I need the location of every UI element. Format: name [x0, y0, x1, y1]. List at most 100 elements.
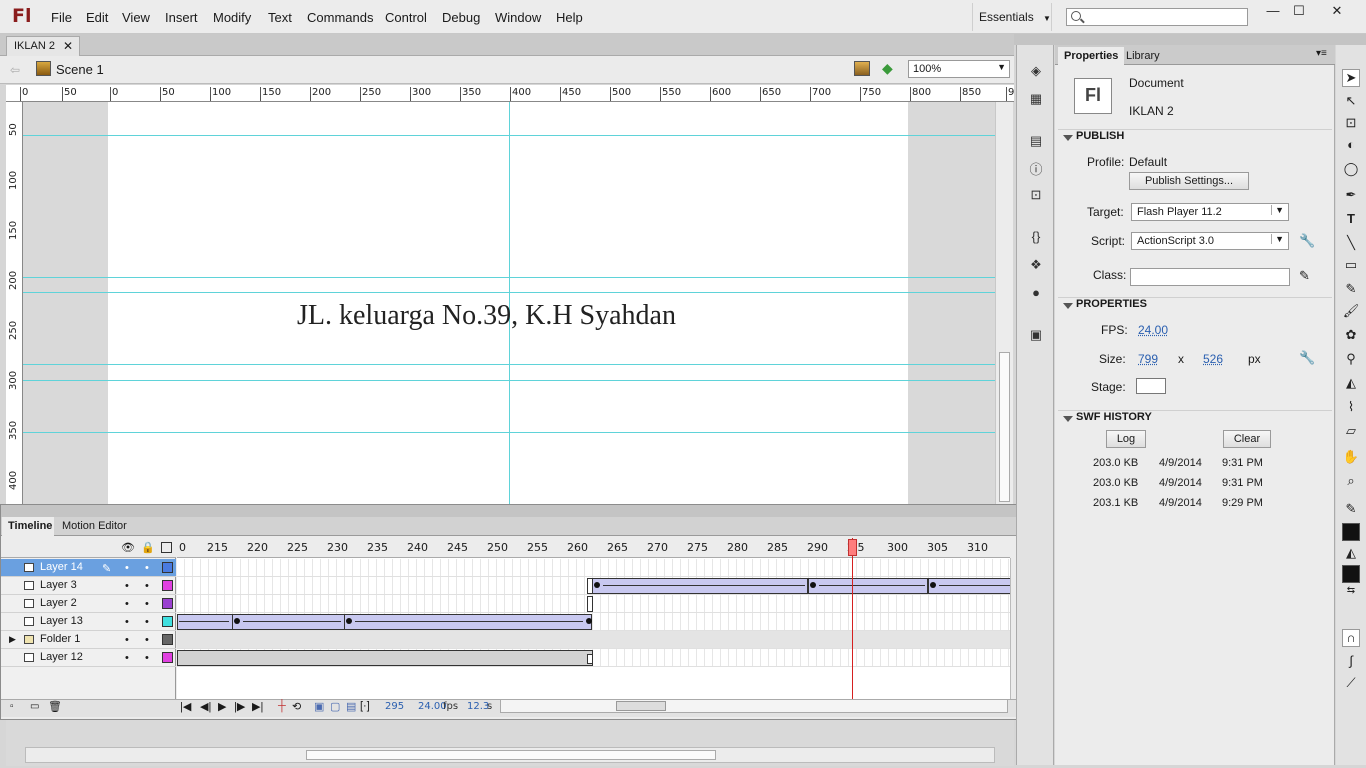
hand-tool-icon[interactable]: ✋ — [1342, 449, 1360, 467]
motion-tween[interactable] — [808, 578, 928, 594]
stage-horizontal-scrollbar[interactable] — [25, 747, 995, 763]
lock-dot[interactable]: • — [145, 652, 149, 664]
edit-symbols-icon[interactable]: ◆ — [882, 60, 893, 77]
motion-tween[interactable] — [177, 614, 233, 630]
scroll-thumb[interactable] — [999, 352, 1010, 502]
elapsed-time[interactable]: 12.3 — [467, 701, 489, 712]
snap-magnet-icon[interactable]: ∩ — [1342, 629, 1360, 647]
outline-icon[interactable] — [161, 542, 172, 553]
new-layer-icon[interactable]: ▫ — [10, 701, 14, 712]
zoom-select[interactable]: 100% ▼ — [908, 60, 1010, 78]
playhead-line[interactable] — [852, 538, 853, 699]
keyframe[interactable] — [930, 582, 936, 588]
playhead-handle[interactable] — [848, 539, 857, 556]
visibility-dot[interactable]: • — [125, 634, 129, 646]
publish-section-header[interactable]: PUBLISH — [1058, 129, 1332, 147]
scene-label[interactable]: Scene 1 — [56, 62, 104, 77]
code-snippets-icon[interactable]: {} — [1027, 229, 1045, 245]
frame-row[interactable] — [177, 613, 1010, 631]
edit-multiple-frames-icon[interactable]: ▤ — [346, 700, 356, 713]
scroll-thumb[interactable] — [616, 701, 666, 711]
clear-button[interactable]: Clear — [1223, 430, 1271, 448]
layer-name[interactable]: Layer 2 — [40, 597, 77, 609]
text-tool-icon[interactable]: T — [1342, 211, 1360, 229]
bone-tool-icon[interactable]: ⚲ — [1342, 351, 1360, 369]
edit-scene-icon[interactable] — [854, 61, 870, 76]
workspace-switcher[interactable]: Essentials ▼ — [972, 3, 1052, 31]
motion-tween[interactable] — [592, 578, 808, 594]
align-icon[interactable]: ▤ — [1027, 133, 1045, 149]
rectangle-tool-icon[interactable]: ▭ — [1342, 257, 1360, 275]
stage-color-swatch[interactable] — [1136, 378, 1166, 394]
menu-insert[interactable]: Insert — [165, 10, 198, 25]
brush-tool-icon[interactable]: 🖌 — [1342, 303, 1360, 321]
close-window-button[interactable]: ✕ — [1320, 3, 1354, 19]
static-frames[interactable] — [177, 650, 593, 666]
keyframe[interactable] — [586, 618, 592, 624]
layer-color-swatch[interactable] — [162, 616, 173, 627]
history-icon[interactable]: ▣ — [1027, 327, 1045, 343]
scroll-thumb[interactable] — [306, 750, 716, 760]
lock-dot[interactable]: • — [145, 598, 149, 610]
tab-timeline[interactable]: Timeline — [2, 517, 54, 536]
publish-settings-button[interactable]: Publish Settings... — [1129, 172, 1249, 190]
frame-grid[interactable] — [177, 538, 1010, 699]
grid-panel-icon[interactable]: ▦ — [1027, 91, 1045, 107]
step-forward-icon[interactable]: |▶ — [234, 700, 245, 713]
new-folder-icon[interactable]: ▭ — [30, 701, 39, 712]
layer-color-swatch[interactable] — [162, 562, 173, 573]
lock-dot[interactable]: • — [145, 634, 149, 646]
fps-value[interactable]: 24.00 — [1138, 323, 1168, 337]
modify-markers-icon[interactable]: [·] — [360, 700, 370, 712]
components-icon[interactable]: ❖ — [1027, 257, 1045, 273]
keyframe-empty[interactable] — [587, 596, 593, 612]
stroke-color-swatch[interactable] — [1342, 523, 1360, 541]
panel-collapse-bar[interactable] — [1014, 34, 1366, 45]
subselection-tool-icon[interactable]: ↖ — [1342, 93, 1360, 111]
deco-tool-icon[interactable]: ✿ — [1342, 327, 1360, 345]
stage-text-address[interactable]: JL. keluarga No.39, K.H Syahdan — [297, 300, 676, 332]
height-value[interactable]: 526 — [1203, 352, 1223, 366]
eye-icon[interactable]: 👁 — [121, 541, 135, 554]
layer-color-swatch[interactable] — [162, 652, 173, 663]
lock-dot[interactable]: • — [145, 580, 149, 592]
layer-name[interactable]: Layer 12 — [40, 651, 83, 663]
frame-row[interactable] — [177, 595, 1010, 613]
visibility-dot[interactable]: • — [125, 616, 129, 628]
play-icon[interactable]: ▶ — [218, 700, 226, 713]
keyframe[interactable] — [234, 618, 240, 624]
timeline-panel-header[interactable] — [1, 505, 1021, 517]
motion-tween[interactable] — [928, 578, 1010, 594]
lock-dot[interactable]: • — [145, 562, 149, 574]
expand-triangle-icon[interactable]: ▶ — [9, 634, 16, 645]
menu-modify[interactable]: Modify — [213, 10, 251, 25]
frame-row[interactable] — [177, 649, 1010, 667]
lasso-icon[interactable]: ◯ — [1342, 161, 1360, 179]
menu-file[interactable]: File — [51, 10, 72, 25]
wrench-icon[interactable]: 🔧 — [1299, 233, 1315, 249]
layer-row[interactable]: Layer 2 • • — [1, 595, 176, 613]
maximize-button[interactable]: ☐ — [1282, 3, 1316, 19]
frame-row-folder[interactable] — [177, 631, 1010, 649]
layer-color-swatch[interactable] — [162, 580, 173, 591]
stage-vertical-scrollbar[interactable] — [995, 102, 1013, 504]
close-tab-icon[interactable]: ✕ — [63, 39, 73, 53]
visibility-dot[interactable]: • — [125, 598, 129, 610]
edit-class-pencil-icon[interactable]: ✎ — [1299, 268, 1310, 284]
straighten-icon[interactable]: ⟋ — [1342, 675, 1360, 693]
3d-rotation-icon[interactable]: ◐ — [1342, 137, 1360, 155]
visibility-dot[interactable]: • — [125, 580, 129, 592]
folder-name[interactable]: Folder 1 — [40, 633, 80, 645]
layer-row[interactable]: Layer 14 ✎ • • — [1, 559, 176, 577]
properties-section-header[interactable]: PROPERTIES — [1058, 297, 1332, 315]
info-icon[interactable]: ⓘ — [1027, 159, 1045, 177]
layer-row[interactable]: Layer 3 • • — [1, 577, 176, 595]
panel-menu-icon[interactable]: ▾≡ — [1316, 48, 1327, 59]
folder-row[interactable]: ▶ Folder 1 • • — [1, 631, 176, 649]
menu-help[interactable]: Help — [556, 10, 583, 25]
layer-row[interactable]: Layer 12 • • — [1, 649, 176, 667]
menu-view[interactable]: View — [122, 10, 150, 25]
timeline-horizontal-scrollbar[interactable] — [500, 699, 1008, 713]
pasteboard[interactable]: JL. keluarga No.39, K.H Syahdan — [23, 102, 995, 504]
frame-row[interactable] — [177, 577, 1010, 595]
